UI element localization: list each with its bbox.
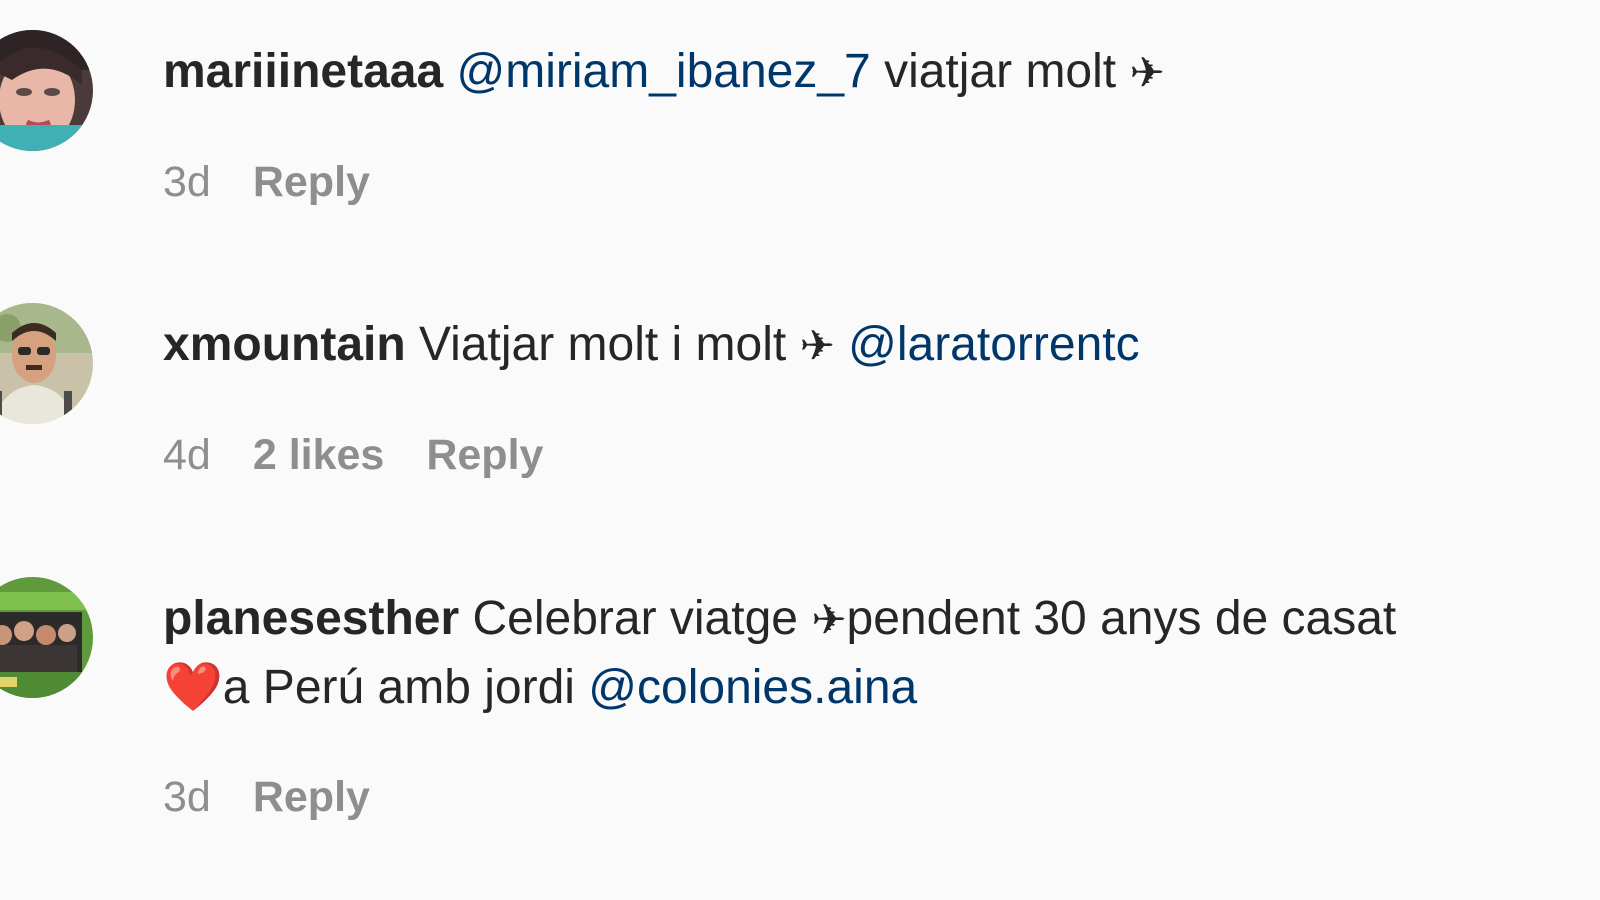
avatar[interactable] <box>0 303 93 424</box>
comment-body: Viatjar molt i molt <box>405 318 800 371</box>
heart-emoji: ❤️ <box>163 661 223 714</box>
comment-body: viatjar molt <box>870 45 1130 98</box>
comment-mention[interactable]: @colonies.aina <box>588 661 917 714</box>
comment-mention[interactable]: @miriam_ibanez_7 <box>457 45 871 98</box>
comment-meta: 4d 2 likes Reply <box>163 430 585 480</box>
reply-button[interactable]: Reply <box>253 158 370 206</box>
airplane-emoji: ✈ <box>1129 49 1165 96</box>
reply-button[interactable]: Reply <box>253 773 370 821</box>
comment-text: mariiinetaaa @miriam_ibanez_7 viatjar mo… <box>163 38 1600 107</box>
avatar[interactable] <box>0 577 93 698</box>
comment-username[interactable]: xmountain <box>163 318 406 371</box>
comment-username[interactable]: mariiinetaaa <box>163 45 443 98</box>
comment-username[interactable]: planesesther <box>163 592 459 645</box>
comment-meta: 3d Reply <box>163 772 412 822</box>
comments-list: mariiinetaaa @miriam_ibanez_7 viatjar mo… <box>0 0 1600 900</box>
comment-text: xmountain Viatjar molt i molt ✈ @larator… <box>163 311 1600 380</box>
avatar-photo <box>0 30 93 151</box>
comment-meta: 3d Reply <box>163 157 412 207</box>
likes-count[interactable]: 2 likes <box>253 431 385 479</box>
avatar[interactable] <box>0 30 93 151</box>
avatar-photo <box>0 303 93 424</box>
airplane-emoji: ✈ <box>811 596 847 643</box>
comment-time[interactable]: 3d <box>163 773 211 821</box>
comment-body-end: a Perú amb jordi <box>222 661 589 714</box>
comment-body: Celebrar viatge <box>459 592 812 645</box>
comment-time[interactable]: 4d <box>163 431 211 479</box>
airplane-emoji: ✈ <box>799 322 835 369</box>
comment-body-continued: pendent 30 anys de casat <box>846 592 1397 645</box>
comment-mention[interactable]: @laratorrentc <box>835 318 1140 371</box>
reply-button[interactable]: Reply <box>426 431 543 479</box>
comment-time[interactable]: 3d <box>163 158 211 206</box>
comment-text: planesesther Celebrar viatge ✈pendent 30… <box>163 585 1600 722</box>
avatar-photo <box>0 577 93 698</box>
